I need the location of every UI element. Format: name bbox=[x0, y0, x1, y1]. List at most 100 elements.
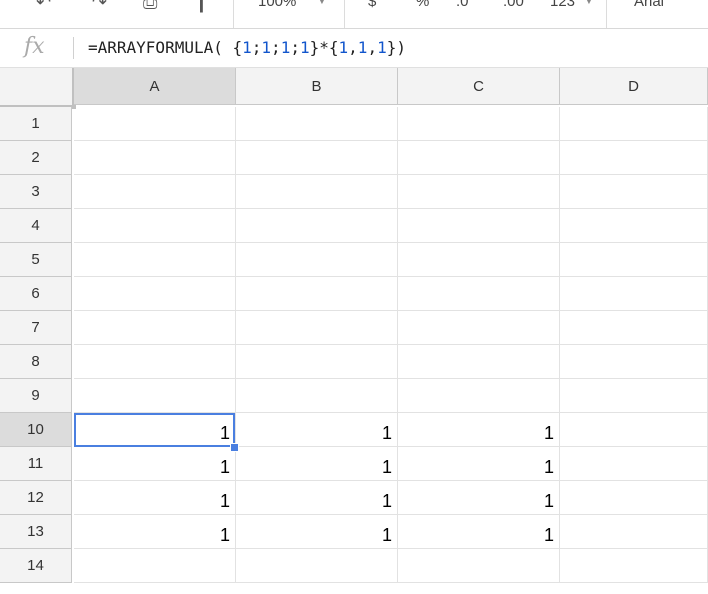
cell-b14[interactable] bbox=[236, 549, 398, 583]
cell-c7[interactable] bbox=[398, 311, 560, 345]
fill-handle[interactable] bbox=[230, 443, 239, 452]
select-all-corner[interactable] bbox=[0, 68, 76, 109]
formula-number: 1 bbox=[280, 38, 291, 57]
increase-decimal-button[interactable]: .00 bbox=[503, 0, 524, 10]
cell-c10[interactable]: 1 bbox=[398, 413, 560, 447]
formula-text: , bbox=[348, 38, 358, 57]
redo-icon[interactable]: ↷ bbox=[92, 0, 107, 13]
cell-d12[interactable] bbox=[560, 481, 708, 515]
cell-c3[interactable] bbox=[398, 175, 560, 209]
cell-a6[interactable] bbox=[74, 277, 236, 311]
cell-a13[interactable]: 1 bbox=[74, 515, 236, 549]
row-header-5[interactable]: 5 bbox=[0, 243, 72, 277]
cell-b2[interactable] bbox=[236, 141, 398, 175]
cell-b5[interactable] bbox=[236, 243, 398, 277]
cell-d9[interactable] bbox=[560, 379, 708, 413]
cell-d8[interactable] bbox=[560, 345, 708, 379]
cell-d1[interactable] bbox=[560, 107, 708, 141]
row-header-6[interactable]: 6 bbox=[0, 277, 72, 311]
cell-b11[interactable]: 1 bbox=[236, 447, 398, 481]
cell-a9[interactable] bbox=[74, 379, 236, 413]
cell-a5[interactable] bbox=[74, 243, 236, 277]
toolbar-divider bbox=[606, 0, 607, 28]
cell-d14[interactable] bbox=[560, 549, 708, 583]
cell-c8[interactable] bbox=[398, 345, 560, 379]
row-header-12[interactable]: 12 bbox=[0, 481, 72, 515]
cell-d13[interactable] bbox=[560, 515, 708, 549]
row-header-1[interactable]: 1 bbox=[0, 107, 72, 141]
cell-c5[interactable] bbox=[398, 243, 560, 277]
font-select[interactable]: Arial bbox=[634, 0, 664, 10]
cell-c12[interactable]: 1 bbox=[398, 481, 560, 515]
cell-a14[interactable] bbox=[74, 549, 236, 583]
cell-c4[interactable] bbox=[398, 209, 560, 243]
cell-a12[interactable]: 1 bbox=[74, 481, 236, 515]
cell-d2[interactable] bbox=[560, 141, 708, 175]
row-header-14[interactable]: 14 bbox=[0, 549, 72, 583]
zoom-select[interactable]: 100% bbox=[258, 0, 296, 10]
cell-b13[interactable]: 1 bbox=[236, 515, 398, 549]
cell-d7[interactable] bbox=[560, 311, 708, 345]
column-header-d[interactable]: D bbox=[560, 68, 708, 105]
cell-b1[interactable] bbox=[236, 107, 398, 141]
cell-a7[interactable] bbox=[74, 311, 236, 345]
row-header-10[interactable]: 10 bbox=[0, 413, 72, 447]
cell-a2[interactable] bbox=[74, 141, 236, 175]
more-formats-button[interactable]: 123 bbox=[550, 0, 575, 10]
formula-number: 1 bbox=[261, 38, 272, 57]
cell-c13[interactable]: 1 bbox=[398, 515, 560, 549]
row-header-7[interactable]: 7 bbox=[0, 311, 72, 345]
cell-b10[interactable]: 1 bbox=[236, 413, 398, 447]
cell-c9[interactable] bbox=[398, 379, 560, 413]
row-header-4[interactable]: 4 bbox=[0, 209, 72, 243]
cell-a4[interactable] bbox=[74, 209, 236, 243]
column-header-c[interactable]: C bbox=[398, 68, 560, 105]
cell-a10[interactable]: 1 bbox=[74, 413, 236, 447]
cell-c11[interactable]: 1 bbox=[398, 447, 560, 481]
cell-b4[interactable] bbox=[236, 209, 398, 243]
row-header-13[interactable]: 13 bbox=[0, 515, 72, 549]
column-header-a[interactable]: A bbox=[74, 68, 236, 105]
cell-d3[interactable] bbox=[560, 175, 708, 209]
row-header-11[interactable]: 11 bbox=[0, 447, 72, 481]
cell-a1[interactable] bbox=[74, 107, 236, 141]
formula-text: , bbox=[367, 38, 378, 57]
undo-icon[interactable]: ↶ bbox=[36, 0, 51, 13]
cell-c2[interactable] bbox=[398, 141, 560, 175]
cell-c6[interactable] bbox=[398, 277, 560, 311]
cell-c14[interactable] bbox=[398, 549, 560, 583]
formula-text: }) bbox=[386, 38, 406, 57]
cell-a11[interactable]: 1 bbox=[74, 447, 236, 481]
row-header-9[interactable]: 9 bbox=[0, 379, 72, 413]
toolbar-divider bbox=[233, 0, 234, 28]
formula-text: ; bbox=[290, 38, 300, 57]
chevron-down-icon[interactable]: ▼ bbox=[584, 0, 594, 7]
cell-d11[interactable] bbox=[560, 447, 708, 481]
cell-b8[interactable] bbox=[236, 345, 398, 379]
cell-b9[interactable] bbox=[236, 379, 398, 413]
cell-b3[interactable] bbox=[236, 175, 398, 209]
cell-d4[interactable] bbox=[560, 209, 708, 243]
formula-input[interactable]: =ARRAYFORMULA( {1;1;1;1}*{1,1,1}) bbox=[88, 38, 406, 57]
print-icon[interactable]: ⎙ bbox=[143, 0, 157, 13]
cell-d10[interactable] bbox=[560, 413, 708, 447]
cell-c1[interactable] bbox=[398, 107, 560, 141]
cell-d6[interactable] bbox=[560, 277, 708, 311]
toolbar-divider bbox=[344, 0, 345, 28]
cell-a3[interactable] bbox=[74, 175, 236, 209]
cell-b6[interactable] bbox=[236, 277, 398, 311]
cell-b7[interactable] bbox=[236, 311, 398, 345]
row-header-2[interactable]: 2 bbox=[0, 141, 72, 175]
formula-bar: fx =ARRAYFORMULA( {1;1;1;1}*{1,1,1}) bbox=[0, 29, 708, 68]
row-header-3[interactable]: 3 bbox=[0, 175, 72, 209]
decrease-decimal-button[interactable]: .0 bbox=[456, 0, 469, 10]
row-header-8[interactable]: 8 bbox=[0, 345, 72, 379]
column-header-b[interactable]: B bbox=[236, 68, 398, 105]
cell-b12[interactable]: 1 bbox=[236, 481, 398, 515]
paint-format-icon[interactable]: ┃ bbox=[196, 0, 207, 13]
chevron-down-icon[interactable]: ▼ bbox=[317, 0, 327, 7]
cell-a8[interactable] bbox=[74, 345, 236, 379]
percent-format-button[interactable]: % bbox=[416, 0, 429, 10]
currency-format-button[interactable]: $ bbox=[368, 0, 376, 10]
cell-d5[interactable] bbox=[560, 243, 708, 277]
